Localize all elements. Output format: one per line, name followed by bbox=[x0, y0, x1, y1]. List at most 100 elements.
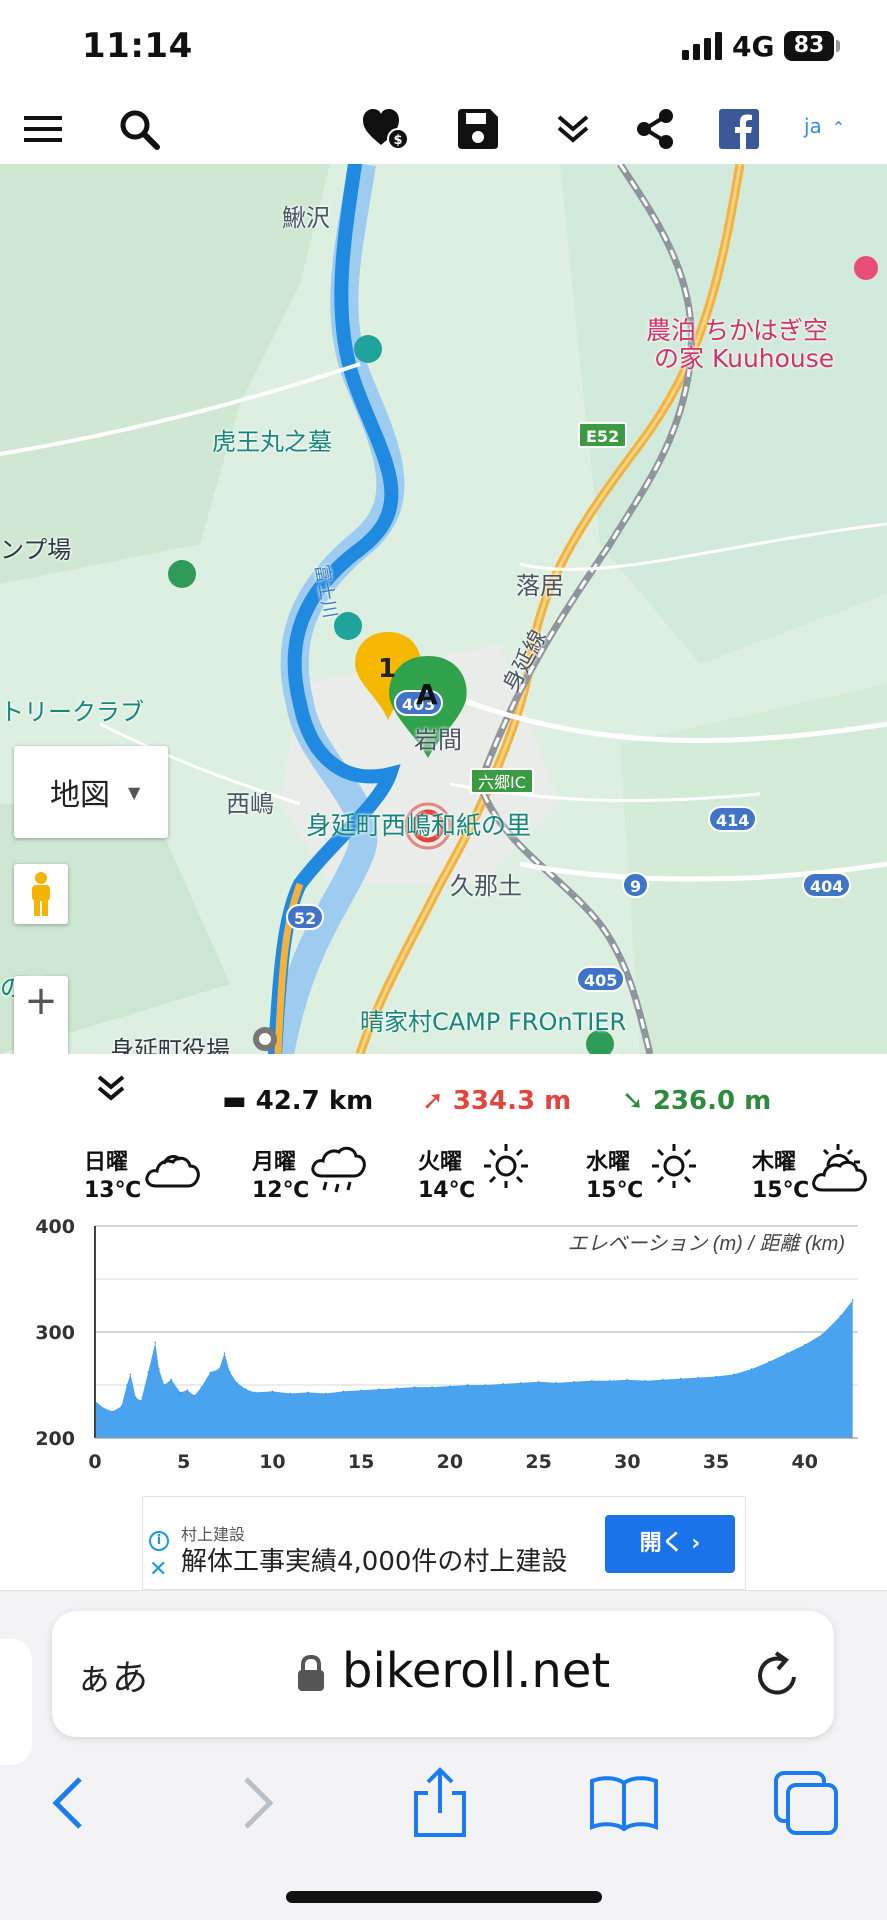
waypoint-marker-1[interactable]: 1 bbox=[378, 654, 396, 684]
elevation-point bbox=[253, 1391, 256, 1394]
bookmarks-button[interactable] bbox=[584, 1763, 664, 1843]
reload-icon[interactable] bbox=[754, 1649, 802, 1699]
search-icon bbox=[120, 110, 160, 150]
elevation-point bbox=[200, 1386, 203, 1388]
elevation-point bbox=[111, 1410, 114, 1413]
x-tick-label: 0 bbox=[88, 1451, 101, 1473]
elevation-point bbox=[140, 1400, 142, 1402]
elevation-point bbox=[129, 1373, 132, 1376]
x-tick-label: 5 bbox=[177, 1451, 190, 1473]
address-bar[interactable]: ぁあ bikeroll.net bbox=[52, 1611, 834, 1737]
elevation-point bbox=[163, 1384, 165, 1386]
elevation-point bbox=[750, 1368, 753, 1370]
lock-icon bbox=[298, 1655, 324, 1691]
elevation-point bbox=[821, 1333, 824, 1335]
collapse-button[interactable] bbox=[96, 1074, 126, 1108]
elevation-point bbox=[271, 1390, 274, 1393]
weather-day-name: 木曜 bbox=[752, 1150, 797, 1175]
share-button[interactable] bbox=[632, 106, 678, 152]
elevation-point bbox=[147, 1371, 149, 1374]
ascent-arrow-icon: ➚ bbox=[422, 1086, 453, 1116]
ad-info-icon[interactable]: i bbox=[149, 1531, 169, 1551]
previous-tab-peek[interactable] bbox=[0, 1639, 32, 1765]
map-label-ochii: 落居 bbox=[516, 572, 564, 600]
map-label-kishima: 西嶋 bbox=[226, 790, 274, 818]
road-shield-e52: E52 bbox=[578, 422, 628, 448]
weather-day-name: 日曜 bbox=[84, 1150, 129, 1175]
weather-temp: 15℃ bbox=[586, 1178, 644, 1203]
elevation-point bbox=[209, 1371, 212, 1374]
road-shield-405: 405 bbox=[576, 966, 626, 992]
elevation-point bbox=[360, 1389, 363, 1392]
search-button[interactable] bbox=[116, 106, 162, 152]
zoom-in-button[interactable]: + bbox=[14, 976, 68, 1054]
y-tick-label: 400 bbox=[35, 1216, 75, 1238]
battery-level: 83 bbox=[784, 31, 834, 61]
chart-title: エレベーション (m) / 距離 (km) bbox=[568, 1233, 845, 1255]
weather-day: 月曜 12℃ bbox=[252, 1136, 402, 1206]
chevron-left-icon bbox=[52, 1777, 82, 1829]
language-select[interactable]: ja ⌃ bbox=[804, 114, 845, 138]
tabs-icon bbox=[774, 1771, 838, 1835]
weather-temp: 14℃ bbox=[418, 1178, 476, 1203]
elevation-point bbox=[342, 1390, 345, 1393]
elevation-point bbox=[449, 1385, 451, 1387]
weather-day: 日曜 13℃ bbox=[84, 1136, 234, 1206]
status-time: 11:14 bbox=[82, 26, 193, 66]
map-label-camp: ンプ場 bbox=[0, 536, 72, 564]
distance-value: 42.7 km bbox=[255, 1086, 374, 1116]
weather-day: 木曜 15℃ bbox=[752, 1136, 887, 1206]
map-type-select[interactable]: 地図 ▼ bbox=[14, 746, 168, 838]
tabs-button[interactable] bbox=[766, 1763, 846, 1843]
x-tick-label: 35 bbox=[703, 1451, 729, 1473]
reader-options-button[interactable]: ぁあ bbox=[76, 1649, 148, 1701]
x-tick-label: 20 bbox=[437, 1451, 463, 1473]
forward-button[interactable] bbox=[218, 1763, 298, 1843]
route-map[interactable]: 鰍沢 農泊 ちかはぎ空 の家 Kuuhouse 虎王丸之墓 ンプ場 落居 身延線… bbox=[0, 164, 887, 1054]
facebook-icon bbox=[719, 109, 759, 149]
elevation-point bbox=[135, 1396, 137, 1399]
x-tick-label: 25 bbox=[525, 1451, 551, 1473]
x-tick-label: 40 bbox=[792, 1451, 818, 1473]
weather-forecast: 日曜 13℃ 月曜 12℃ 火曜 14℃ 水曜 15℃ 木曜 15℃ bbox=[0, 1136, 887, 1206]
street-view-button[interactable] bbox=[14, 864, 68, 924]
ad-banner[interactable]: i ✕ 村上建設 解体工事実績4,000件の村上建設 開く › bbox=[142, 1496, 746, 1590]
elevation-point bbox=[555, 1382, 558, 1384]
start-marker-a[interactable]: A bbox=[416, 678, 438, 711]
map-label-kuuhouse: 農泊 ちかはぎ空 bbox=[646, 316, 828, 345]
ad-headline: 解体工事実績4,000件の村上建設 bbox=[181, 1547, 568, 1577]
save-button[interactable] bbox=[454, 106, 502, 152]
weather-day: 火曜 14℃ bbox=[418, 1136, 568, 1206]
app-toolbar: $ ja ⌃ bbox=[0, 92, 887, 164]
share-button[interactable] bbox=[400, 1763, 480, 1843]
back-button[interactable] bbox=[28, 1763, 108, 1843]
elevation-point bbox=[679, 1377, 682, 1380]
weather-day-name: 月曜 bbox=[252, 1150, 297, 1175]
caret-down-icon: ▼ bbox=[128, 782, 141, 802]
map-type-label: 地図 bbox=[50, 778, 110, 813]
expand-button[interactable] bbox=[550, 106, 596, 152]
road-shield-9: 9 bbox=[622, 872, 650, 898]
menu-button[interactable] bbox=[20, 106, 66, 152]
partly-cloudy-icon bbox=[812, 1144, 867, 1192]
elevation-point bbox=[120, 1405, 123, 1407]
y-tick-label: 300 bbox=[35, 1322, 75, 1344]
map-label-toraomaru: 虎王丸之墓 bbox=[212, 428, 332, 456]
map-label-country-club: トリークラブ bbox=[0, 698, 144, 726]
elevation-point bbox=[245, 1388, 247, 1390]
elevation-point bbox=[158, 1368, 160, 1370]
ad-open-button[interactable]: 開く › bbox=[605, 1515, 735, 1573]
status-bar: 11:14 4G 83 bbox=[0, 0, 887, 92]
elevation-point bbox=[786, 1352, 788, 1354]
elevation-point bbox=[218, 1368, 220, 1370]
facebook-button[interactable] bbox=[716, 106, 762, 152]
elevation-point bbox=[715, 1375, 717, 1378]
elevation-point bbox=[186, 1389, 189, 1392]
elevation-point bbox=[126, 1384, 128, 1386]
elevation-point bbox=[804, 1343, 806, 1346]
ad-close-icon[interactable]: ✕ bbox=[149, 1559, 167, 1581]
save-icon bbox=[458, 109, 498, 149]
elevation-chart[interactable]: エレベーション (m) / 距離 (km) 200 300 400 0 5 10 15 20 2… bbox=[0, 1210, 887, 1480]
elevation-point bbox=[307, 1391, 309, 1394]
donate-button[interactable]: $ bbox=[360, 106, 410, 152]
